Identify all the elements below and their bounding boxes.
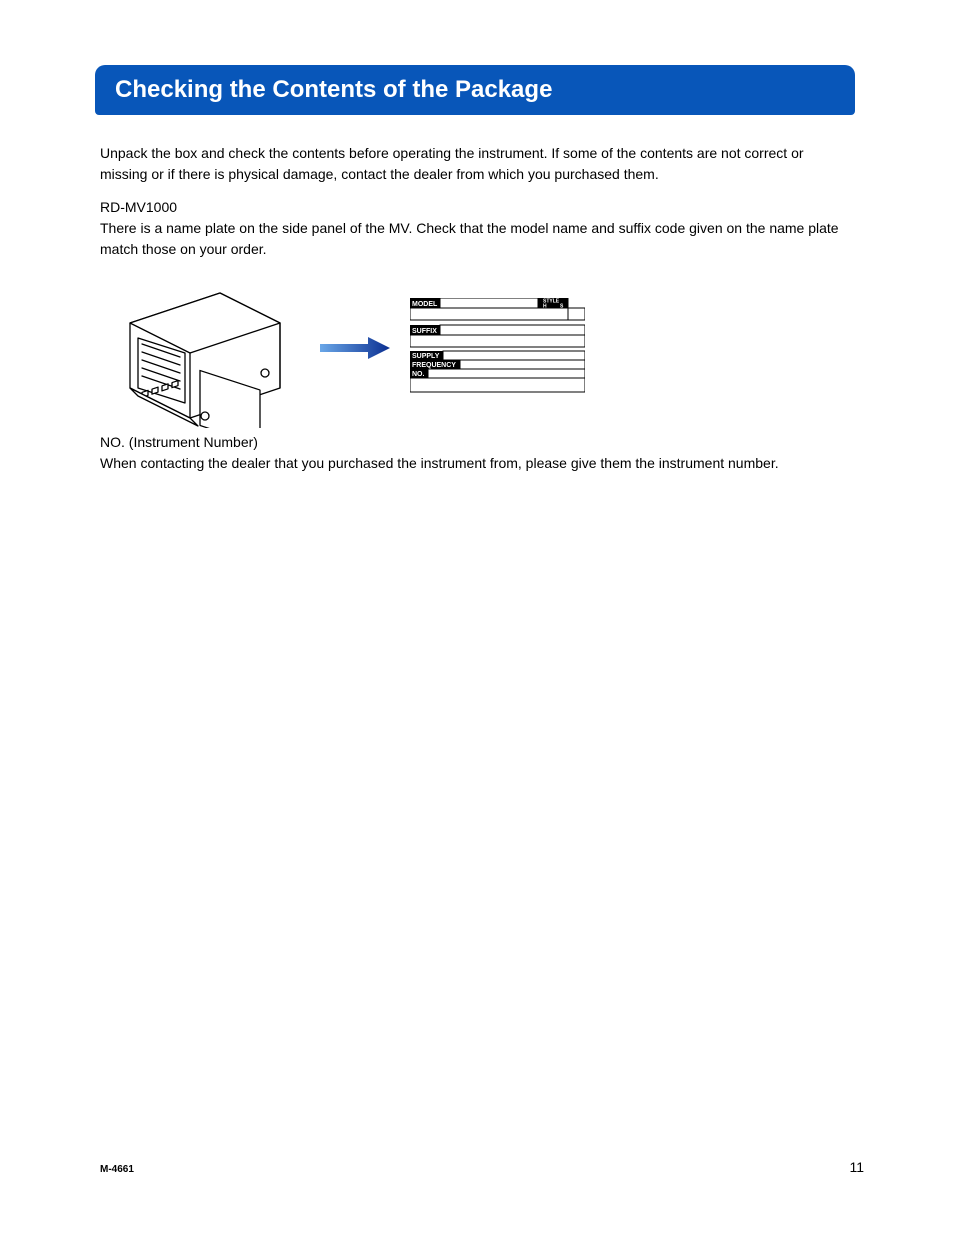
nameplate-illustration: MODEL STYLE H S SUFFIX SUPPLY [410, 298, 585, 398]
page-number: 11 [849, 1159, 864, 1175]
plate-suffix-label: SUFFIX [412, 328, 437, 335]
manual-page: Checking the Contents of the Package Unp… [0, 0, 954, 1235]
intro-paragraph: Unpack the box and check the contents be… [100, 143, 840, 185]
section-title-bar: Checking the Contents of the Package [95, 65, 855, 115]
page-footer: M-4661 11 [100, 1159, 864, 1175]
model-text: There is a name plate on the side panel … [100, 218, 840, 260]
plate-supply-label: SUPPLY [412, 353, 440, 360]
section-title: Checking the Contents of the Package [115, 76, 552, 104]
model-heading: RD-MV1000 [100, 197, 840, 218]
plate-frequency-label: FREQUENCY [412, 362, 456, 369]
document-number: M-4661 [100, 1164, 134, 1175]
model-subsection: RD-MV1000 There is a name plate on the s… [100, 197, 840, 260]
plate-model-label: MODEL [412, 301, 438, 308]
instrument-number-block: NO. (Instrument Number) When contacting … [100, 432, 840, 474]
arrow-icon [320, 333, 390, 363]
device-illustration [100, 268, 300, 428]
no-heading: NO. (Instrument Number) [100, 432, 840, 453]
plate-no-label: NO. [412, 371, 425, 378]
body-text-block: Unpack the box and check the contents be… [100, 143, 840, 260]
figure-row: MODEL STYLE H S SUFFIX SUPPLY [100, 268, 874, 428]
no-text: When contacting the dealer that you purc… [100, 453, 840, 474]
